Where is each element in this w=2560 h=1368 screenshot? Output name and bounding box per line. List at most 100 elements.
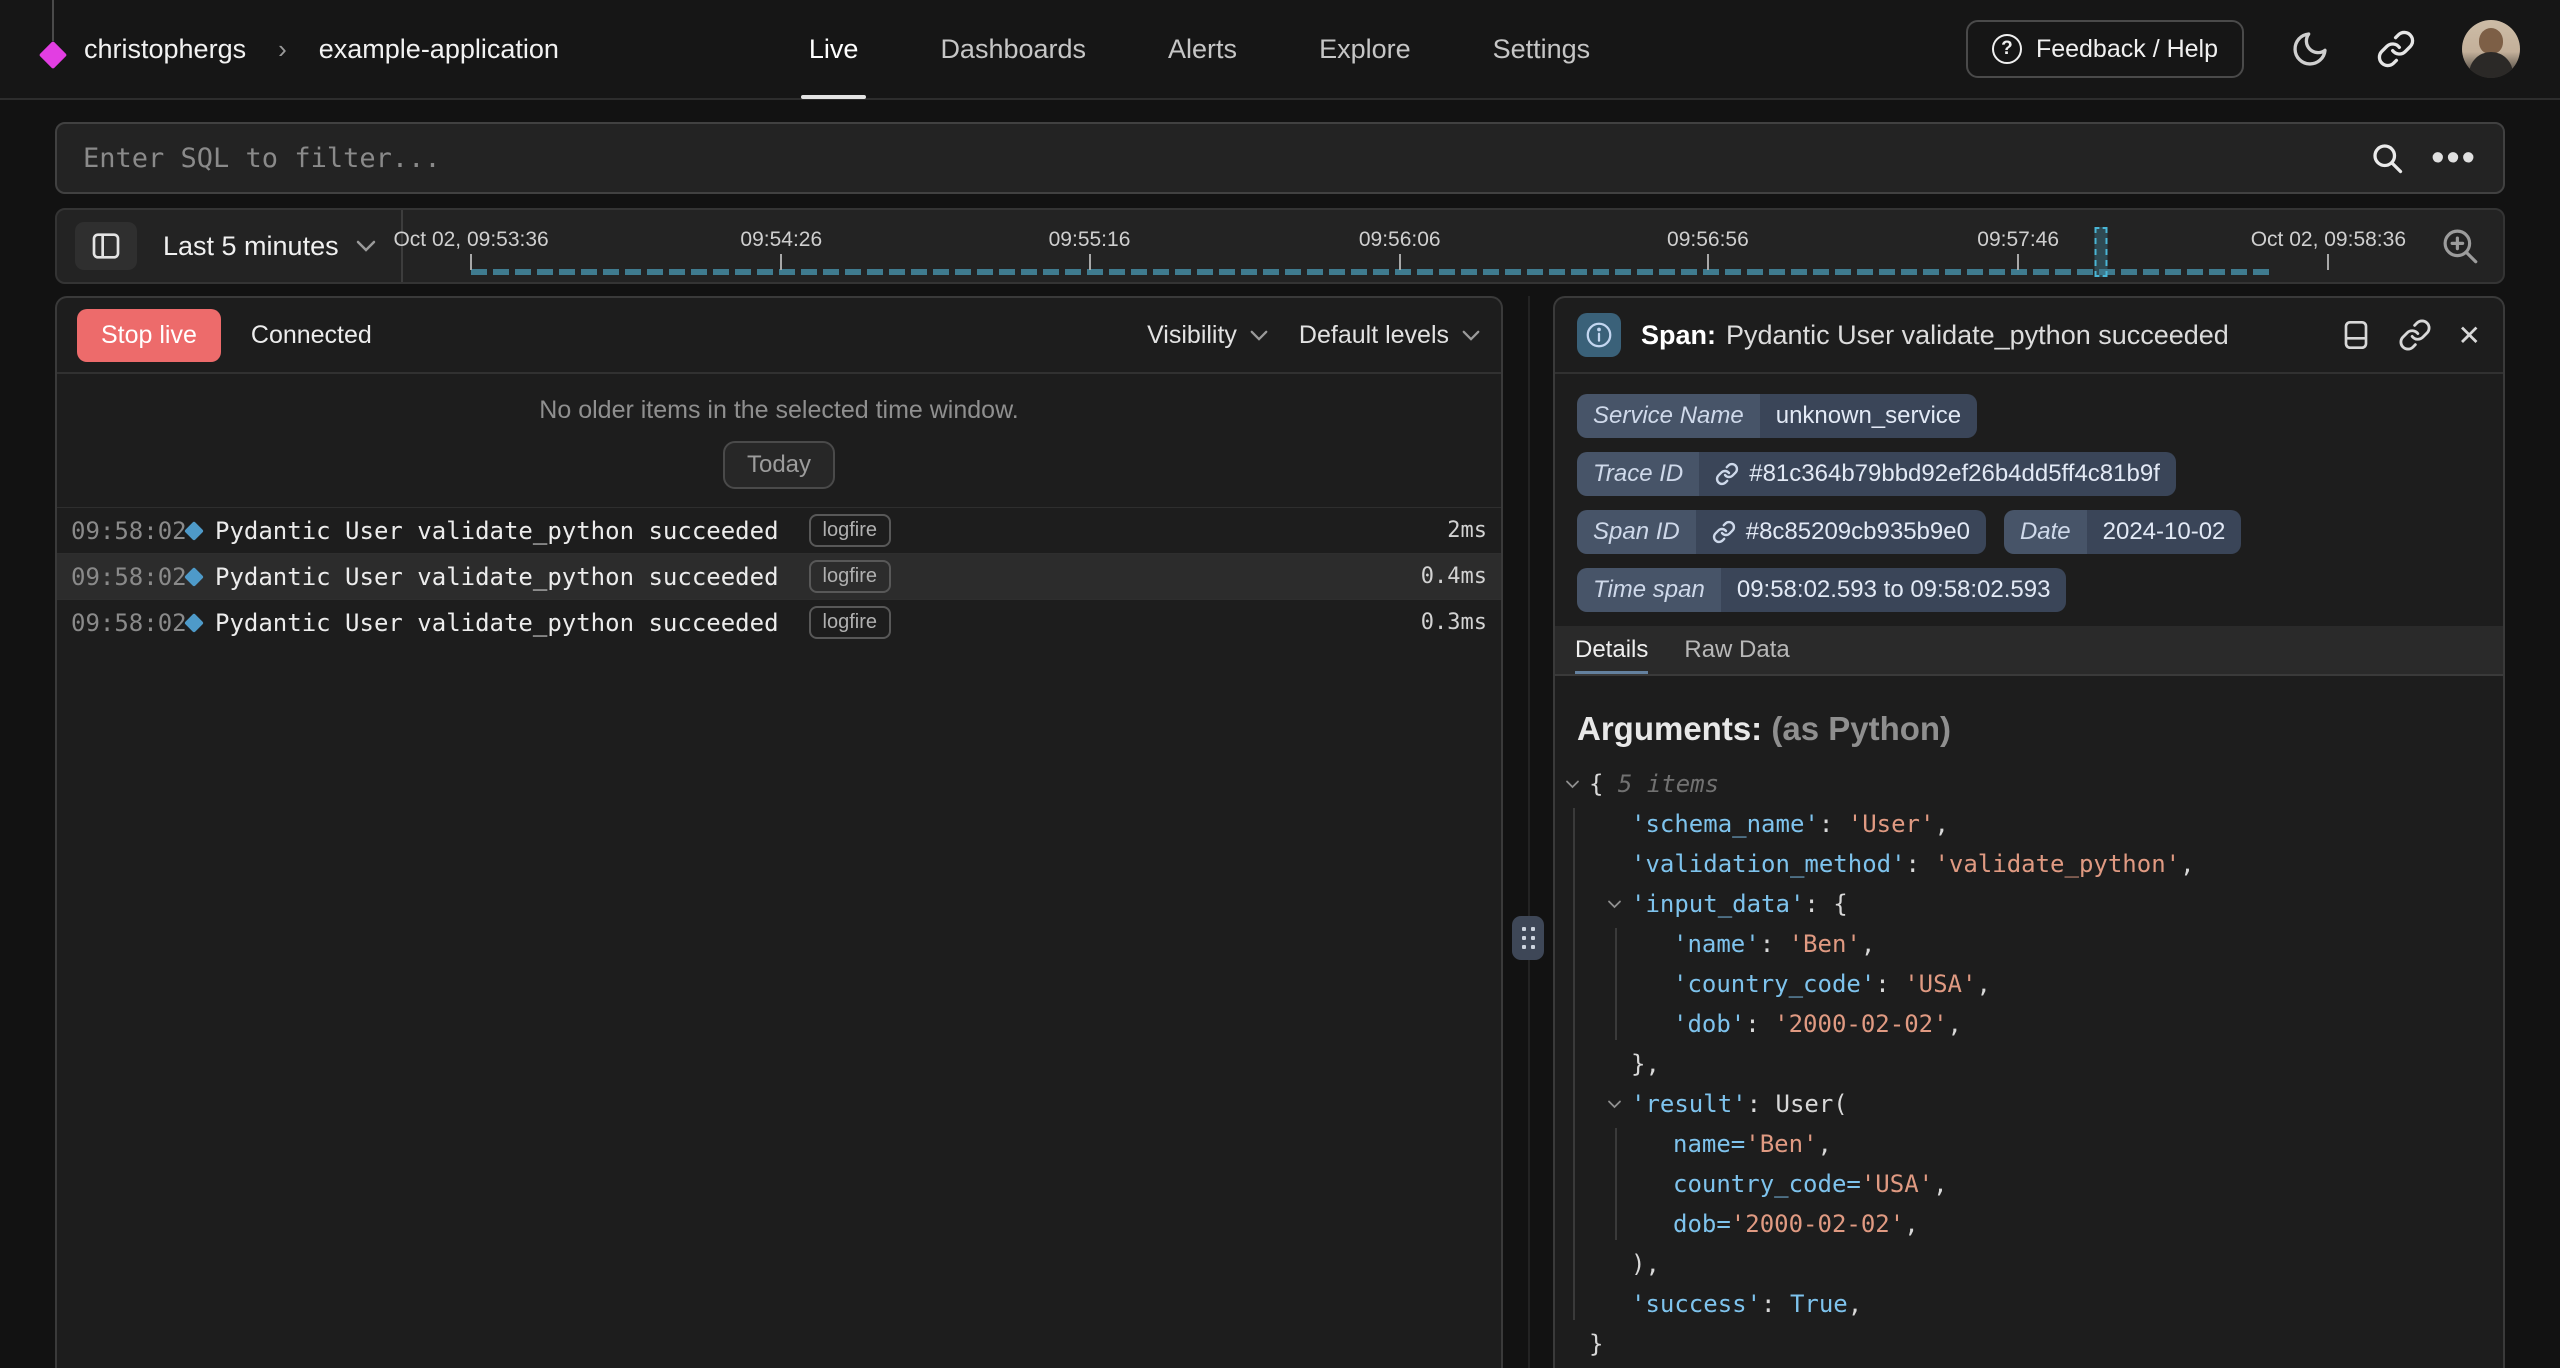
breadcrumb-org[interactable]: christophergs — [84, 34, 246, 65]
code-line: 'result': User( — [1563, 1084, 2503, 1124]
search-icon[interactable] — [2369, 140, 2405, 176]
user-avatar[interactable] — [2462, 20, 2520, 78]
timeline-tick-label: 09:57:46 — [1977, 228, 2059, 252]
timeline-bar: Last 5 minutes Oct 02, 09:53:36 09:54:26 0… — [55, 208, 2505, 284]
log-rows: 09:58:02 Pydantic User validate_python s… — [57, 507, 1501, 1368]
log-message: Pydantic User validate_python succeeded — [215, 563, 779, 591]
span-kind-label: Span: — [1641, 320, 1716, 350]
tab-dashboards[interactable]: Dashboards — [940, 0, 1086, 99]
chevron-down-icon — [1249, 329, 1269, 342]
copy-link-button[interactable] — [2376, 29, 2416, 69]
sql-filter-input[interactable] — [83, 143, 2369, 174]
timeline-tick-mark — [780, 254, 782, 270]
zoom-in-icon[interactable] — [2439, 225, 2481, 267]
timeline-tick-label: 09:56:56 — [1667, 228, 1749, 252]
chevron-down-icon — [355, 239, 377, 253]
live-feed-panel: Stop live Connected Visibility Default l… — [55, 296, 1503, 1368]
trace-id-badge: Trace ID #81c364b79bbd92ef26b4dd5ff4c81b… — [1577, 452, 2176, 496]
link-icon — [2376, 29, 2416, 69]
span-id-badge: Span ID #8c85209cb935b9e0 — [1577, 510, 1986, 554]
code-line: 'name': 'Ben', — [1563, 924, 2503, 964]
timeline-tick-mark — [2327, 254, 2329, 270]
connection-status: Connected — [251, 321, 372, 350]
timeline-activity-dashes — [471, 269, 2274, 275]
date-badge: Date 2024-10-02 — [2004, 510, 2241, 554]
today-button[interactable]: Today — [723, 441, 835, 489]
timeline-tick-mark — [1089, 254, 1091, 270]
log-time: 09:58:02 — [71, 563, 183, 591]
collapse-chevron-icon[interactable] — [1565, 764, 1580, 804]
span-detail-panel: Span:Pydantic User validate_python succe… — [1553, 296, 2505, 1368]
theme-toggle-button[interactable] — [2290, 29, 2330, 69]
arguments-heading: Arguments: (as Python) — [1577, 710, 2481, 748]
code-line: 'dob': '2000-02-02', — [1563, 1004, 2503, 1044]
timeline-tick-mark — [2017, 254, 2019, 270]
visibility-dropdown[interactable]: Visibility — [1147, 321, 1269, 350]
log-row[interactable]: 09:58:02 Pydantic User validate_python s… — [57, 599, 1501, 645]
code-line: }, — [1563, 1044, 2503, 1084]
more-options-icon[interactable]: ••• — [2431, 148, 2477, 168]
timeline-spike[interactable] — [2094, 227, 2107, 277]
moon-icon — [2290, 29, 2330, 69]
timeline-tick-mark — [470, 254, 472, 270]
tab-raw-data[interactable]: Raw Data — [1684, 626, 1789, 674]
nav-tabs: Live Dashboards Alerts Explore Settings — [809, 0, 1590, 99]
collapse-chevron-icon[interactable] — [1607, 1084, 1622, 1124]
stop-live-button[interactable]: Stop live — [77, 309, 221, 362]
span-level-diamond-icon — [184, 521, 204, 541]
span-info-icon — [1577, 313, 1621, 357]
arguments-tree: { 5 items'schema_name': 'User','validati… — [1555, 758, 2503, 1368]
nav-actions: ? Feedback / Help — [1966, 20, 2520, 78]
code-line: ), — [1563, 1244, 2503, 1284]
tab-live[interactable]: Live — [809, 0, 859, 99]
log-time: 09:58:02 — [71, 517, 183, 545]
duration-label: 0.3ms — [1395, 610, 1487, 635]
timeline-tick-label: 09:55:16 — [1049, 228, 1131, 252]
code-line: 'country_code': 'USA', — [1563, 964, 2503, 1004]
chevron-down-icon — [1461, 329, 1481, 342]
sidebar-toggle-button[interactable] — [75, 222, 137, 270]
tab-explore[interactable]: Explore — [1319, 0, 1411, 99]
panel-resize-handle[interactable] — [1512, 916, 1544, 960]
time-range-selector[interactable]: Last 5 minutes — [163, 231, 377, 262]
code-line: dob='2000-02-02', — [1563, 1204, 2503, 1244]
sql-filter-bar: ••• — [55, 122, 2505, 194]
detail-tabs: Details Raw Data — [1555, 626, 2503, 676]
timeline-tick-label: Oct 02, 09:53:36 — [393, 228, 548, 252]
code-line: { 5 items — [1563, 764, 2503, 804]
code-line: country_code='USA', — [1563, 1164, 2503, 1204]
span-level-diamond-icon — [184, 613, 204, 633]
span-title: Span:Pydantic User validate_python succe… — [1641, 320, 2229, 351]
logfire-tag: logfire — [809, 514, 891, 547]
link-icon — [1712, 520, 1736, 544]
top-nav: christophergs › example-application Live… — [0, 0, 2560, 100]
timeline-axis[interactable]: Oct 02, 09:53:3609:54:2609:55:1609:56:06… — [403, 210, 2417, 282]
breadcrumb: christophergs › example-application — [40, 19, 559, 79]
empty-window-message: No older items in the selected time wind… — [57, 396, 1501, 425]
panel-left-icon — [90, 230, 122, 262]
tab-details[interactable]: Details — [1575, 626, 1648, 674]
log-message: Pydantic User validate_python succeeded — [215, 609, 779, 637]
default-levels-dropdown[interactable]: Default levels — [1299, 321, 1481, 350]
code-line: name='Ben', — [1563, 1124, 2503, 1164]
duration-label: 2ms — [1395, 518, 1487, 543]
link-icon[interactable] — [2398, 318, 2432, 352]
log-time: 09:58:02 — [71, 609, 183, 637]
timeline-tick-label: 09:54:26 — [740, 228, 822, 252]
close-icon[interactable]: ✕ — [2458, 319, 2481, 352]
collapse-chevron-icon[interactable] — [1607, 884, 1622, 924]
timeline-tick-label: Oct 02, 09:58:36 — [2251, 228, 2406, 252]
service-name-badge: Service Name unknown_service — [1577, 394, 1977, 438]
tab-settings[interactable]: Settings — [1493, 0, 1591, 99]
panel-layout-icon[interactable] — [2340, 319, 2372, 351]
timeline-tick-mark — [1399, 254, 1401, 270]
feedback-help-button[interactable]: ? Feedback / Help — [1966, 20, 2244, 78]
breadcrumb-project[interactable]: example-application — [319, 34, 559, 65]
tab-alerts[interactable]: Alerts — [1168, 0, 1237, 99]
log-row[interactable]: 09:58:02 Pydantic User validate_python s… — [57, 507, 1501, 553]
panel-divider — [1528, 296, 1530, 1368]
log-row[interactable]: 09:58:02 Pydantic User validate_python s… — [57, 553, 1501, 599]
feedback-help-label: Feedback / Help — [2036, 35, 2218, 64]
logfire-logo-icon[interactable] — [40, 19, 66, 79]
logfire-tag: logfire — [809, 606, 891, 639]
